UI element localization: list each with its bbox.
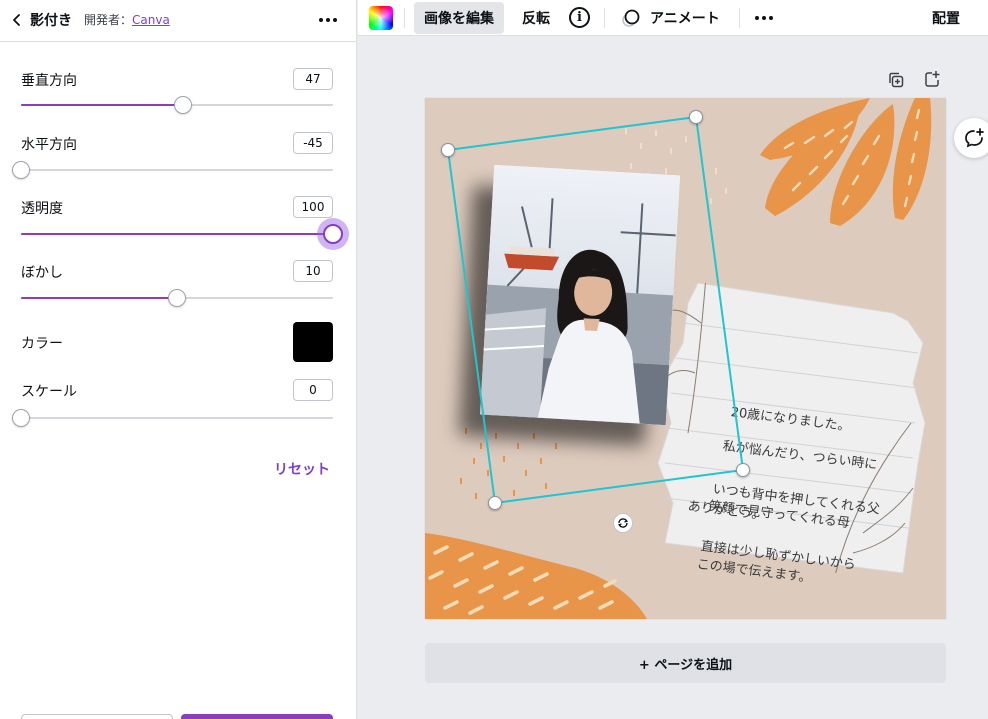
panel-header: 影付き 開発者：Canva <box>0 0 357 42</box>
effects-panel: 影付き 開発者：Canva 垂直方向 47 水平方向 -45 透明度 100 ぼ… <box>0 0 357 719</box>
scale-slider-track[interactable] <box>12 409 333 427</box>
horizontal-slider-track[interactable] <box>12 161 333 179</box>
design-page[interactable]: 20歳になりました。 私が悩んだり、つらい時に いつも背中を押してくれる父 笑顔… <box>425 98 946 619</box>
scale-value-input[interactable]: 0 <box>293 379 333 401</box>
blob-decoration <box>425 533 647 619</box>
developer-prefix: 開発者： <box>84 13 133 27</box>
toolbar-divider <box>739 8 740 28</box>
toolbar-divider <box>404 8 405 28</box>
photo-illustration <box>479 164 681 426</box>
vertical-slider-thumb[interactable] <box>174 96 193 114</box>
edit-image-button[interactable]: 画像を編集 <box>414 2 504 34</box>
resize-handle-top-left[interactable] <box>441 143 455 157</box>
more-dot-icon <box>755 16 759 20</box>
blur-slider-track[interactable] <box>21 289 333 307</box>
vertical-value-input[interactable]: 47 <box>293 68 333 90</box>
panel-title: 影付き <box>30 13 72 29</box>
arrange-button[interactable]: 配置 <box>932 2 960 34</box>
toolbar-divider <box>604 8 605 28</box>
setting-horizontal: 水平方向 -45 <box>12 132 333 179</box>
horizontal-label: 水平方向 <box>21 137 77 153</box>
rotate-arrows-icon <box>617 518 629 528</box>
confetti-decoration <box>460 428 557 499</box>
back-button[interactable]: 影付き <box>10 9 72 31</box>
flip-button[interactable]: 反転 <box>512 2 560 34</box>
developer-link[interactable]: Canva <box>132 13 170 27</box>
panel-bottom-primary-button[interactable] <box>181 714 333 719</box>
vertical-label: 垂直方向 <box>21 73 77 89</box>
setting-vertical: 垂直方向 47 <box>21 68 333 114</box>
panel-more-button[interactable] <box>314 10 342 30</box>
more-dot-icon <box>326 18 330 22</box>
vertical-slider-track[interactable] <box>21 96 333 114</box>
blur-value-input[interactable]: 10 <box>293 260 333 282</box>
developer-label: 開発者：Canva <box>84 11 170 28</box>
memo-paper <box>657 283 926 573</box>
opacity-slider-track[interactable] <box>21 224 343 244</box>
more-dot-icon <box>769 16 773 20</box>
more-dot-icon <box>762 16 766 20</box>
duplicate-icon[interactable] <box>887 71 905 89</box>
toolbar-more-button[interactable] <box>752 8 776 28</box>
scale-label: スケール <box>21 384 77 400</box>
resize-handle-top-right[interactable] <box>689 110 703 124</box>
setting-scale: スケール 0 <box>12 379 333 427</box>
color-label: カラー <box>21 336 63 352</box>
animate-icon <box>622 9 640 27</box>
opacity-slider-thumb[interactable] <box>323 224 343 244</box>
vertical-slider-fill <box>21 104 184 106</box>
blur-label: ぼかし <box>21 265 63 281</box>
setting-color: カラー <box>21 322 333 362</box>
comment-add-icon <box>965 128 984 148</box>
chevron-left-icon <box>13 14 20 26</box>
photo-frame[interactable] <box>479 164 681 426</box>
add-page-icon[interactable] <box>923 70 941 88</box>
shadow-color-swatch[interactable] <box>293 322 333 362</box>
blur-slider-fill <box>21 297 177 299</box>
scale-slider-thumb[interactable] <box>12 409 30 427</box>
portrait-photo[interactable] <box>479 164 681 426</box>
info-icon[interactable]: i <box>569 7 590 28</box>
more-dot-icon <box>319 18 323 22</box>
resize-handle-bottom-right[interactable] <box>736 463 750 477</box>
blur-slider-thumb[interactable] <box>168 289 186 307</box>
more-dot-icon <box>333 18 337 22</box>
opacity-value-input[interactable]: 100 <box>293 196 333 218</box>
panel-bottom-secondary-button[interactable] <box>21 714 173 719</box>
opacity-label: 透明度 <box>21 201 63 217</box>
animate-button[interactable]: アニメート <box>620 2 720 34</box>
add-comment-button[interactable] <box>954 118 988 158</box>
memo-note[interactable]: 20歳になりました。 私が悩んだり、つらい時に いつも背中を押してくれる父 笑顔… <box>643 283 928 586</box>
color-picker-icon[interactable] <box>369 6 393 30</box>
animate-label: アニメート <box>650 11 720 27</box>
resize-handle-bottom-left[interactable] <box>488 496 502 510</box>
horizontal-value-input[interactable]: -45 <box>293 132 333 154</box>
opacity-slider-fill <box>21 233 333 235</box>
add-page-button[interactable]: + ページを追加 <box>425 643 946 683</box>
horizontal-slider-thumb[interactable] <box>12 161 30 179</box>
editor-toolbar: 画像を編集 反転 i アニメート 配置 <box>358 0 988 36</box>
reset-button[interactable]: リセット <box>274 459 330 479</box>
setting-opacity: 透明度 100 <box>21 196 343 244</box>
setting-blur: ぼかし 10 <box>21 260 333 307</box>
rotate-icon[interactable] <box>613 513 633 533</box>
